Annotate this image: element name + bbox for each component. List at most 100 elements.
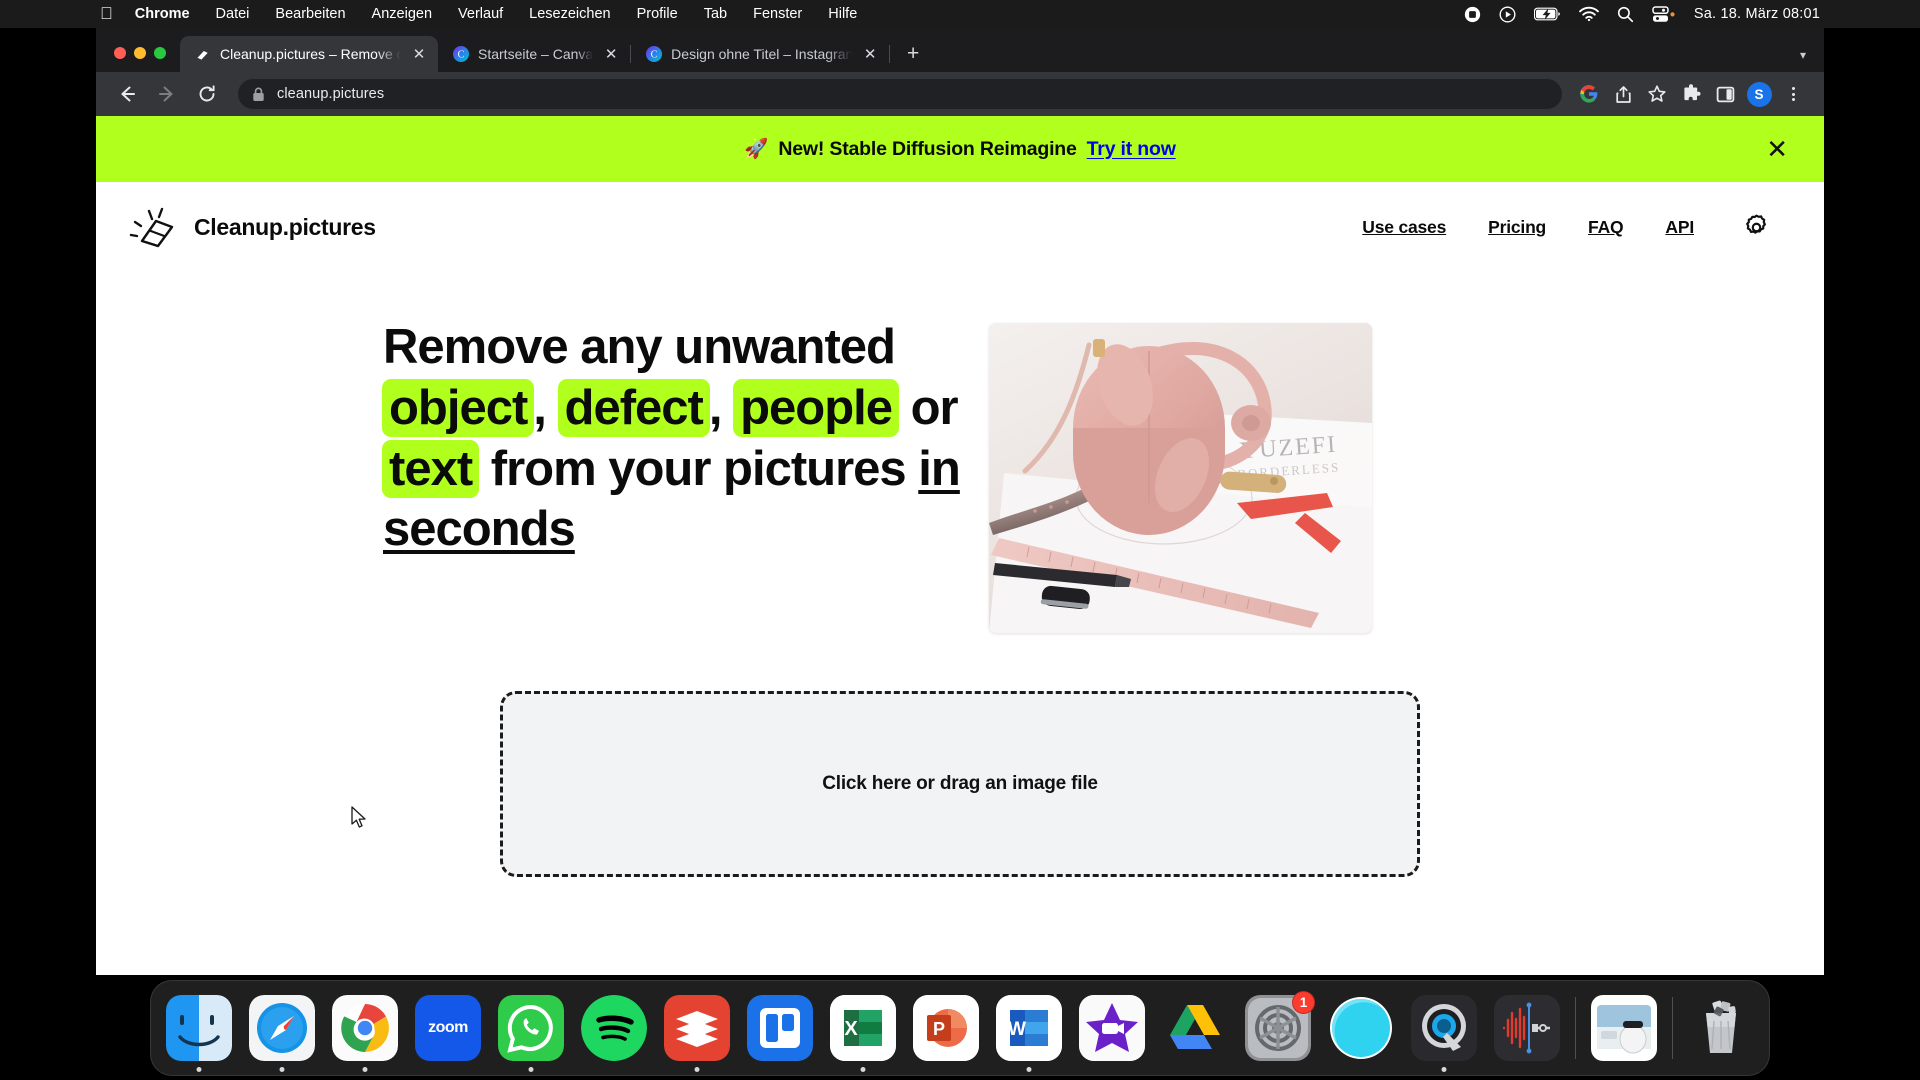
headline-line-1: Remove any unwanted: [383, 320, 896, 374]
menu-item-hilfe[interactable]: Hilfe: [815, 6, 870, 22]
svg-text:C: C: [650, 50, 657, 61]
dock-item-imovie[interactable]: [1077, 993, 1147, 1063]
dock-item-quicktime[interactable]: [1409, 993, 1479, 1072]
dock-item-screenshot-thumbnail[interactable]: [1589, 993, 1659, 1063]
dock-item-word[interactable]: W: [994, 993, 1064, 1072]
word-icon: W: [996, 995, 1062, 1061]
dock-item-finder[interactable]: [164, 993, 234, 1072]
blue-circle-app-icon: [1328, 995, 1394, 1061]
nav-link-api[interactable]: API: [1644, 217, 1715, 238]
menu-item-fenster[interactable]: Fenster: [740, 6, 815, 22]
lock-icon: [252, 87, 265, 102]
brand-logo[interactable]: Cleanup.pictures: [122, 199, 376, 256]
dock-item-safari[interactable]: [247, 993, 317, 1072]
dock-item-excel[interactable]: X: [828, 993, 898, 1072]
dock-item-powerpoint[interactable]: P: [911, 993, 981, 1063]
new-tab-button[interactable]: +: [898, 38, 928, 68]
gear-icon[interactable]: [1743, 214, 1770, 241]
hero-image-column: YUZEFI BORDERLESS: [971, 317, 1372, 633]
headline-highlight-text: text: [382, 439, 480, 498]
menu-item-tab[interactable]: Tab: [691, 6, 740, 22]
banner-cta-link[interactable]: Try it now: [1087, 138, 1176, 161]
forward-button[interactable]: [150, 77, 184, 111]
dock-item-spotify[interactable]: [579, 993, 649, 1063]
running-indicator: [1441, 1067, 1447, 1072]
menu-item-profile[interactable]: Profile: [624, 6, 691, 22]
site-navigation: Use cases Pricing FAQ API: [1341, 214, 1770, 241]
menu-item-lesezeichen[interactable]: Lesezeichen: [516, 6, 623, 22]
profile-avatar[interactable]: S: [1742, 77, 1776, 111]
zoom-icon: zoom: [415, 995, 481, 1061]
control-center-icon[interactable]: [1652, 5, 1676, 23]
dock-item-chrome[interactable]: [330, 993, 400, 1072]
apple-logo-icon[interactable]: : [100, 5, 113, 22]
close-tab-button[interactable]: ✕: [410, 45, 428, 63]
quicktime-icon: [1411, 995, 1477, 1061]
menu-item-chrome[interactable]: Chrome: [135, 6, 203, 22]
menu-bar-items:  Chrome Datei Bearbeiten Anzeigen Verla…: [0, 5, 870, 23]
dock-item-zoom[interactable]: zoom: [413, 993, 483, 1063]
browser-tab-cleanup[interactable]: Cleanup.pictures – Remove obj ✕: [180, 36, 438, 72]
close-tab-button[interactable]: ✕: [861, 45, 879, 63]
google-lens-icon[interactable]: [1572, 77, 1606, 111]
dock-item-trello[interactable]: [745, 993, 815, 1063]
minimize-window-button[interactable]: [134, 47, 146, 59]
dock-item-ivory[interactable]: [1326, 993, 1396, 1063]
dock-item-todoist[interactable]: [662, 993, 732, 1072]
dock-item-whatsapp[interactable]: [496, 993, 566, 1072]
chevron-down-icon[interactable]: ▾: [1800, 48, 1806, 62]
address-bar[interactable]: cleanup.pictures: [238, 79, 1562, 109]
battery-charging-icon[interactable]: [1533, 7, 1561, 21]
tab-strip: Cleanup.pictures – Remove obj ✕ C Starts…: [96, 28, 1824, 72]
screen-record-icon[interactable]: [1464, 6, 1481, 23]
running-indicator: [694, 1067, 700, 1072]
browser-toolbar: cleanup.pictures S: [96, 72, 1824, 116]
menu-item-bearbeiten[interactable]: Bearbeiten: [262, 6, 358, 22]
bookmark-star-icon[interactable]: [1640, 77, 1674, 111]
reload-button[interactable]: [190, 77, 224, 111]
nav-link-faq[interactable]: FAQ: [1567, 217, 1644, 238]
svg-text:X: X: [844, 1018, 858, 1040]
chrome-icon: [332, 995, 398, 1061]
running-indicator: [362, 1067, 368, 1072]
share-icon[interactable]: [1606, 77, 1640, 111]
dock-item-audio-hijack[interactable]: [1492, 993, 1562, 1063]
nav-link-pricing[interactable]: Pricing: [1467, 217, 1567, 238]
image-dropzone[interactable]: Click here or drag an image file: [500, 691, 1420, 877]
status-badge: 1: [1292, 991, 1315, 1014]
nav-link-use-cases[interactable]: Use cases: [1341, 217, 1467, 238]
kebab-menu-icon[interactable]: [1776, 77, 1810, 111]
imovie-icon: [1079, 995, 1145, 1061]
excel-icon: X: [830, 995, 896, 1061]
close-tab-button[interactable]: ✕: [602, 45, 620, 63]
dock-item-trash[interactable]: [1686, 993, 1756, 1063]
dock-item-system-settings[interactable]: 1: [1243, 991, 1315, 1063]
menu-item-verlauf[interactable]: Verlauf: [445, 6, 516, 22]
menu-bar-clock[interactable]: Sa. 18. März 08:01: [1694, 6, 1820, 22]
spotify-icon: [581, 995, 647, 1061]
dock-divider: [1575, 997, 1576, 1059]
now-playing-icon[interactable]: [1499, 6, 1516, 23]
browser-tab-canva-design[interactable]: C Design ohne Titel – Instagram- ✕: [631, 36, 889, 72]
close-window-button[interactable]: [114, 47, 126, 59]
back-button[interactable]: [110, 77, 144, 111]
close-icon[interactable]: ✕: [1766, 136, 1788, 162]
side-panel-icon[interactable]: [1708, 77, 1742, 111]
chrome-browser-window: Cleanup.pictures – Remove obj ✕ C Starts…: [96, 28, 1824, 975]
maximize-window-button[interactable]: [154, 47, 166, 59]
trash-full-icon: [1688, 995, 1754, 1061]
running-indicator: [279, 1067, 285, 1072]
headline-mid: from your pictures: [478, 441, 919, 496]
menu-item-anzeigen[interactable]: Anzeigen: [359, 6, 445, 22]
rocket-icon: 🚀: [744, 138, 769, 160]
wifi-icon[interactable]: [1579, 6, 1599, 22]
menu-item-datei[interactable]: Datei: [203, 6, 263, 22]
audio-waveform-icon: [1494, 995, 1560, 1061]
eraser-logo-icon: [122, 199, 180, 256]
extensions-puzzle-icon[interactable]: [1674, 77, 1708, 111]
running-indicator: [528, 1067, 534, 1072]
search-icon[interactable]: [1617, 6, 1634, 23]
dock-item-google-drive[interactable]: [1160, 993, 1230, 1063]
browser-tab-canva-home[interactable]: C Startseite – Canva ✕: [438, 36, 630, 72]
whatsapp-icon: [498, 995, 564, 1061]
